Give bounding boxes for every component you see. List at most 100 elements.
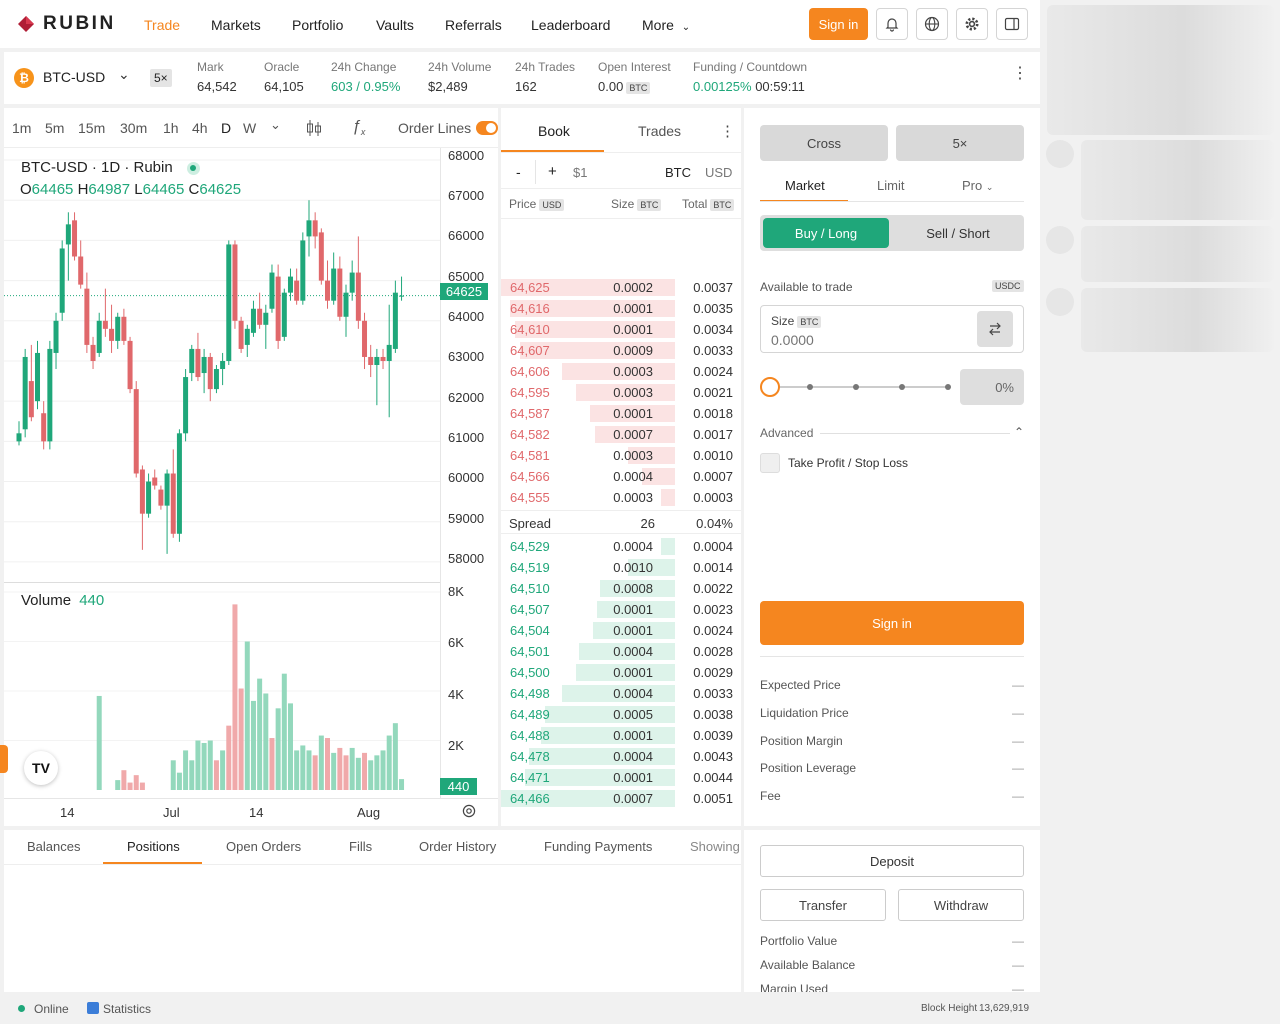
candles-icon[interactable] — [306, 119, 322, 140]
buy-long-button[interactable]: Buy / Long — [763, 218, 889, 248]
tab-open-orders[interactable]: Open Orders — [226, 839, 301, 854]
interval-d[interactable]: D — [221, 120, 231, 136]
bid-row[interactable]: 64,488 0.0001 0.0039 — [501, 725, 741, 746]
slider-percent-box[interactable]: 0% — [960, 369, 1024, 405]
bid-row[interactable]: 64,489 0.0005 0.0038 — [501, 704, 741, 725]
order-lines-toggle[interactable] — [476, 121, 498, 135]
size-input[interactable] — [771, 332, 961, 348]
interval-30m[interactable]: 30m — [120, 120, 147, 136]
withdraw-button[interactable]: Withdraw — [898, 889, 1024, 921]
bid-row[interactable]: 64,519 0.0010 0.0014 — [501, 557, 741, 578]
sell-short-button[interactable]: Sell / Short — [895, 218, 1021, 248]
ask-row[interactable]: 64,595 0.0003 0.0021 — [501, 382, 741, 403]
volume-bar — [355, 757, 361, 790]
price-chart[interactable] — [4, 148, 440, 582]
nav-vaults[interactable]: Vaults — [376, 17, 414, 33]
transfer-button[interactable]: Transfer — [760, 889, 886, 921]
more-vertical-icon[interactable]: ⋮ — [720, 122, 735, 140]
swap-units-button[interactable] — [977, 311, 1013, 347]
bid-row[interactable]: 64,466 0.0007 0.0051 — [501, 788, 741, 809]
ask-row[interactable]: 64,610 0.0001 0.0034 — [501, 319, 741, 340]
ask-row[interactable]: 64,566 0.0004 0.0007 — [501, 466, 741, 487]
stat-open-interest: Open Interest 0.00 BTC — [598, 60, 671, 94]
side-drawer-handle[interactable] — [0, 745, 8, 773]
tab-order-history[interactable]: Order History — [419, 839, 496, 854]
tab-fills[interactable]: Fills — [349, 839, 372, 854]
bid-row[interactable]: 64,510 0.0008 0.0022 — [501, 578, 741, 599]
layout-toggle-button[interactable] — [996, 8, 1028, 40]
notifications-button[interactable] — [876, 8, 908, 40]
statistics-link[interactable]: Statistics — [103, 1002, 151, 1016]
account-panel: Deposit Transfer Withdraw Portfolio Valu… — [744, 830, 1040, 992]
bid-row[interactable]: 64,507 0.0001 0.0023 — [501, 599, 741, 620]
candle-body — [121, 316, 127, 341]
interval-1h[interactable]: 1h — [163, 120, 179, 136]
advanced-toggle[interactable]: Advanced ⌃ — [760, 425, 1024, 442]
candle-body — [78, 256, 84, 285]
statistics-icon[interactable] — [87, 1002, 99, 1014]
volume-chart[interactable] — [4, 583, 440, 798]
tick-increase-button[interactable]: + — [548, 163, 557, 180]
tpsl-checkbox[interactable] — [760, 453, 780, 473]
nav-trade[interactable]: Trade — [144, 17, 180, 33]
bid-row[interactable]: 64,478 0.0004 0.0043 — [501, 746, 741, 767]
bid-row[interactable]: 64,529 0.0004 0.0004 — [501, 536, 741, 557]
interval-1m[interactable]: 1m — [12, 120, 31, 136]
summary-divider — [760, 656, 1024, 657]
order-sign-in-button[interactable]: Sign in — [760, 601, 1024, 645]
tab-balances[interactable]: Balances — [27, 839, 80, 854]
indicators-icon[interactable]: ƒx — [352, 118, 365, 137]
tradingview-logo-icon[interactable]: TV — [24, 751, 58, 785]
settings-button[interactable] — [956, 8, 988, 40]
ask-row[interactable]: 64,625 0.0002 0.0037 — [501, 277, 741, 298]
unit-usd[interactable]: USD — [705, 165, 732, 180]
interval-15m[interactable]: 15m — [78, 120, 105, 136]
tab-funding-payments[interactable]: Funding Payments — [544, 839, 652, 854]
ask-row[interactable]: 64,582 0.0007 0.0017 — [501, 424, 741, 445]
slider-thumb[interactable] — [760, 377, 780, 397]
ask-row[interactable]: 64,616 0.0001 0.0035 — [501, 298, 741, 319]
nav-portfolio[interactable]: Portfolio — [292, 17, 343, 33]
leverage-button[interactable]: 5× — [896, 125, 1024, 161]
market-selector[interactable]: ₿ BTC-USD ⌄ 5× — [14, 66, 184, 90]
more-vertical-icon[interactable]: ⋮ — [1012, 66, 1028, 82]
ask-row[interactable]: 64,606 0.0003 0.0024 — [501, 361, 741, 382]
deposit-button[interactable]: Deposit — [760, 845, 1024, 877]
ask-row[interactable]: 64,587 0.0001 0.0018 — [501, 403, 741, 424]
interval-w[interactable]: W — [243, 120, 256, 136]
interval-4h[interactable]: 4h — [192, 120, 208, 136]
bid-row[interactable]: 64,501 0.0004 0.0028 — [501, 641, 741, 662]
size-slider[interactable] — [760, 376, 951, 398]
tick-divider — [535, 160, 536, 184]
order-type-market[interactable]: Market — [785, 178, 825, 193]
size-input-box[interactable]: Size BTC — [760, 305, 1024, 353]
bid-row[interactable]: 64,500 0.0001 0.0029 — [501, 662, 741, 683]
ask-row[interactable]: 64,607 0.0009 0.0033 — [501, 340, 741, 361]
unit-btc[interactable]: BTC — [665, 165, 691, 180]
loading-avatar — [1046, 226, 1074, 254]
nav-markets[interactable]: Markets — [211, 17, 261, 33]
showing-filter[interactable]: Showing — [690, 839, 741, 854]
margin-mode-button[interactable]: Cross — [760, 125, 888, 161]
orderbook-tab-trades[interactable]: Trades — [638, 123, 681, 139]
interval-5m[interactable]: 5m — [45, 120, 64, 136]
size: 0.0008 — [613, 581, 653, 596]
nav-leaderboard[interactable]: Leaderboard — [531, 17, 610, 33]
bid-row[interactable]: 64,471 0.0001 0.0044 — [501, 767, 741, 788]
tick-decrease-button[interactable]: - — [516, 164, 521, 180]
nav-more[interactable]: More ⌄ — [642, 17, 690, 33]
sign-in-button[interactable]: Sign in — [809, 8, 868, 40]
chart-settings-icon[interactable] — [461, 803, 477, 822]
tab-positions[interactable]: Positions — [127, 839, 180, 854]
order-type-pro[interactable]: Pro ⌄ — [962, 178, 993, 193]
ask-row[interactable]: 64,555 0.0003 0.0003 — [501, 487, 741, 508]
language-button[interactable] — [916, 8, 948, 40]
brand-name[interactable]: RUBIN — [43, 13, 116, 35]
orderbook-tab-book[interactable]: Book — [538, 123, 570, 139]
ask-row[interactable]: 64,581 0.0003 0.0010 — [501, 445, 741, 466]
chevron-down-icon[interactable]: ⌄ — [270, 117, 281, 133]
bid-row[interactable]: 64,504 0.0001 0.0024 — [501, 620, 741, 641]
order-type-limit[interactable]: Limit — [877, 178, 904, 193]
nav-referrals[interactable]: Referrals — [445, 17, 502, 33]
bid-row[interactable]: 64,498 0.0004 0.0033 — [501, 683, 741, 704]
